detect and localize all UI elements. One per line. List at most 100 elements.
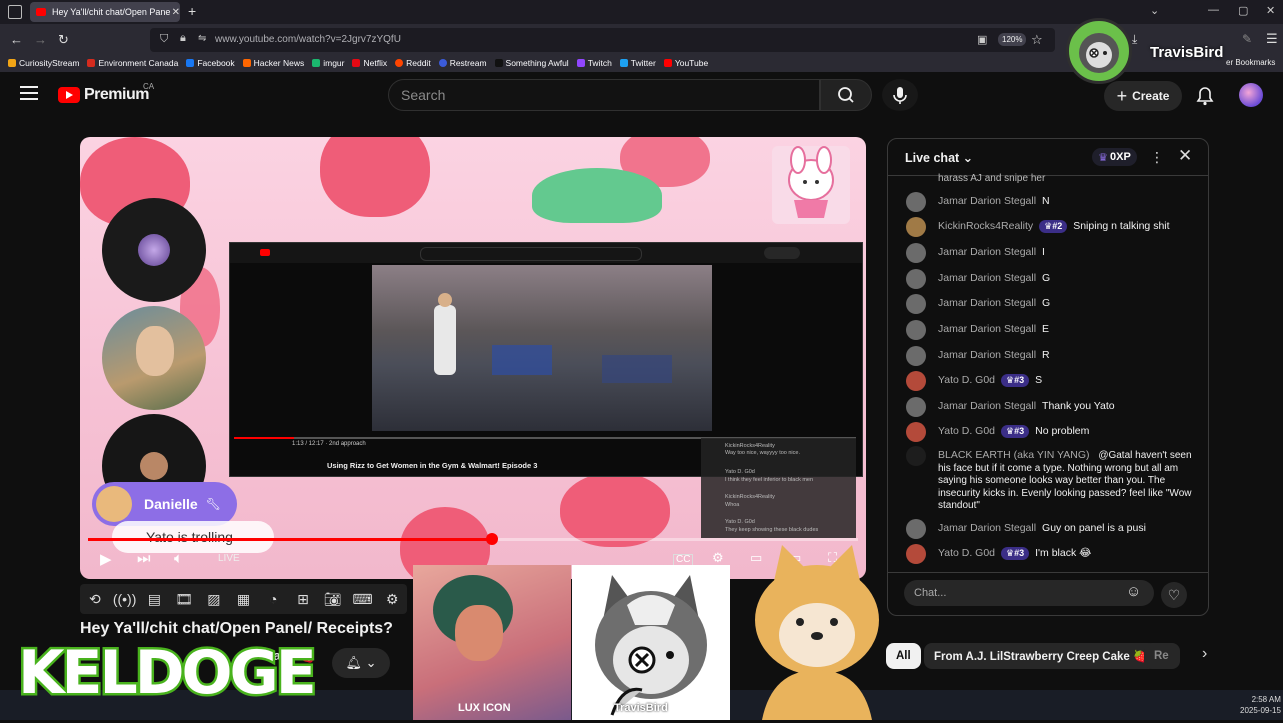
browser-tab-active[interactable]: Hey Ya'll/chit chat/Open Panel/ Receipts… — [30, 2, 180, 22]
menu-icon[interactable]: ☰ — [1266, 31, 1278, 47]
maximize-icon[interactable]: ▢ — [1238, 4, 1248, 17]
chat-message[interactable]: Yato D. G0d ♛#3 I'm black 😂 — [906, 544, 1192, 564]
chat-message[interactable]: Jamar Darion Stegall I — [906, 243, 1192, 263]
tab-list-icon[interactable]: ⌄ — [1150, 4, 1159, 17]
youtube-play-logo-icon — [58, 87, 80, 103]
hacker-news-icon — [242, 59, 251, 67]
chat-message[interactable]: Jamar Darion Stegall G — [906, 269, 1192, 289]
bookmark-something-awful[interactable]: Something Awful — [494, 58, 569, 68]
zoom-level[interactable]: 120% — [998, 33, 1027, 46]
voice-search-button[interactable] — [882, 79, 918, 111]
emoji-icon[interactable]: ☺ — [1126, 583, 1141, 600]
chat-message[interactable]: Yato D. G0d ♛#3 S — [906, 371, 1192, 391]
twitch-icon — [576, 59, 585, 67]
author-avatar — [906, 422, 926, 442]
bookmark-twitch[interactable]: Twitch — [576, 58, 612, 68]
window-close-icon[interactable]: ✕ — [1266, 4, 1275, 17]
url-text[interactable]: www.youtube.com/watch?v=2Jgrv7zYQfU — [215, 34, 401, 45]
loop-icon[interactable]: ⟲ — [80, 591, 110, 608]
downloads-icon[interactable]: ⤓ — [1132, 32, 1137, 47]
search-button[interactable] — [820, 79, 872, 111]
chat-input[interactable] — [904, 580, 1154, 606]
travisbird-avatar-cam — [572, 565, 730, 720]
more-options-icon[interactable]: ⋮ — [1150, 149, 1164, 166]
author-avatar — [906, 294, 926, 314]
volume-icon[interactable]: 🔈︎ — [174, 550, 183, 567]
subscribe-bell-button[interactable]: 🔔︎ ⌄ — [332, 648, 390, 678]
bookmark-netflix[interactable]: Netflix — [352, 58, 387, 68]
keldoge-overlay-text: KELDOGE — [16, 638, 320, 708]
chat-message[interactable]: Jamar Darion Stegall G — [906, 294, 1192, 314]
close-icon[interactable]: ✕ — [1178, 146, 1192, 166]
settings-gear-icon[interactable]: ⚙ — [712, 550, 724, 566]
chat-message[interactable]: KickinRocks4Reality ♛#2 Sniping n talking … — [906, 217, 1192, 237]
chat-mode-dropdown[interactable]: Live chat ⌄ — [905, 150, 973, 165]
member-badge: ♛#3 — [1001, 547, 1030, 560]
chat-message[interactable]: Jamar Darion Stegall Guy on panel is a pu… — [906, 519, 1192, 539]
live-indicator[interactable]: LIVE — [218, 553, 240, 564]
bookmark-environment-canada[interactable]: Environment Canada — [87, 58, 178, 68]
chat-message[interactable]: Jamar Darion Stegall Thank you Yato — [906, 397, 1192, 417]
playlist-icon[interactable]: ▤ — [139, 591, 169, 608]
chip-partial[interactable]: Re — [1144, 643, 1180, 669]
xp-badge[interactable]: ♛ 0XP — [1092, 148, 1137, 166]
film-icon[interactable]: 🎞︎ — [169, 591, 199, 608]
keyboard-icon[interactable]: ⌨ — [348, 591, 378, 608]
back-icon[interactable]: ← — [10, 32, 23, 47]
account-avatar[interactable] — [1239, 83, 1263, 107]
chat-message[interactable]: Yato D. G0d ♛#3 No problem — [906, 422, 1192, 442]
bookmark-curiositystream[interactable]: CuriosityStream — [8, 58, 79, 68]
chip-channel[interactable]: From A.J. LilStrawberry Creep Cake 🍓 — [924, 643, 1158, 669]
chevron-down-icon: ⌄ — [962, 151, 974, 165]
notifications-button[interactable] — [1196, 86, 1214, 109]
settings-icon[interactable]: ⚙ — [377, 591, 407, 608]
extension-icon[interactable]: ✎ — [1242, 32, 1252, 46]
close-tab-icon[interactable]: ✕ — [172, 7, 180, 18]
chat-message[interactable]: Jamar Darion Stegall E — [906, 320, 1192, 340]
bookmark-star-icon[interactable]: ☆ — [1031, 32, 1043, 48]
bookmark-hacker-news[interactable]: Hacker News — [242, 58, 304, 68]
lock-icon[interactable]: 🔒︎ — [180, 32, 186, 45]
next-icon[interactable]: ⏭︎ — [137, 550, 151, 567]
shield-icon[interactable]: ⛉ — [160, 33, 168, 46]
other-bookmarks[interactable]: er Bookmarks — [1226, 58, 1275, 67]
fox-vtuber-avatar — [742, 540, 892, 720]
nested-chat-line: Way too nice, wayyyy too nice. — [725, 450, 800, 456]
new-tab-button[interactable]: + — [188, 3, 196, 19]
forward-icon[interactable]: → — [34, 32, 47, 47]
create-button[interactable]: + Create — [1104, 81, 1182, 111]
bookmark-youtube[interactable]: YouTube — [663, 58, 708, 68]
chevron-down-icon: ⌄ — [365, 655, 377, 670]
youtube-premium-logo[interactable]: Premium — [58, 86, 149, 104]
minimize-icon[interactable]: — — [1208, 4, 1219, 16]
bookmark-reddit[interactable]: Reddit — [395, 58, 431, 68]
search-input[interactable] — [388, 79, 820, 111]
broadcast-icon[interactable]: ((•)) — [110, 591, 140, 607]
author-avatar — [906, 217, 926, 237]
camera-icon[interactable]: 📷︎ — [318, 591, 348, 608]
nested-chat-line: Yato D. G0d — [725, 519, 755, 525]
play-icon[interactable]: ▶ — [100, 550, 112, 568]
imgur-icon — [312, 59, 321, 67]
heart-icon[interactable]: ♡ — [1161, 582, 1187, 608]
chat-message[interactable]: Jamar Darion Stegall R — [906, 346, 1192, 366]
guide-menu-icon[interactable] — [20, 86, 38, 100]
image-icon[interactable]: ▨ — [199, 591, 229, 608]
author-avatar — [906, 446, 926, 466]
chat-message[interactable]: BLACK EARTH (aka YIN YANG) @Gatal haven'… — [906, 446, 1192, 513]
bookmark-imgur[interactable]: imgur — [312, 58, 344, 68]
add-frame-icon[interactable]: ⊞ — [288, 591, 318, 608]
reload-icon[interactable]: ↻ — [58, 32, 69, 48]
tab-overview-icon[interactable] — [8, 5, 22, 19]
picture-in-picture-icon[interactable]: ▣ — [977, 33, 987, 46]
scrubber-handle[interactable] — [486, 533, 498, 545]
chat-message[interactable]: Jamar Darion Stegall N — [906, 192, 1192, 212]
bookmark-twitter[interactable]: Twitter — [619, 58, 656, 68]
subtitles-icon[interactable]: ▦ — [229, 591, 259, 608]
bookmark-restream[interactable]: Restream — [438, 58, 487, 68]
permissions-icon[interactable]: ⇋ — [198, 33, 206, 44]
bookmark-facebook[interactable]: Facebook — [186, 58, 235, 68]
speed-icon[interactable]: ◔ — [258, 591, 288, 607]
chevron-right-icon[interactable]: › — [1202, 645, 1207, 663]
lux-label: LUX ICON — [458, 702, 511, 714]
